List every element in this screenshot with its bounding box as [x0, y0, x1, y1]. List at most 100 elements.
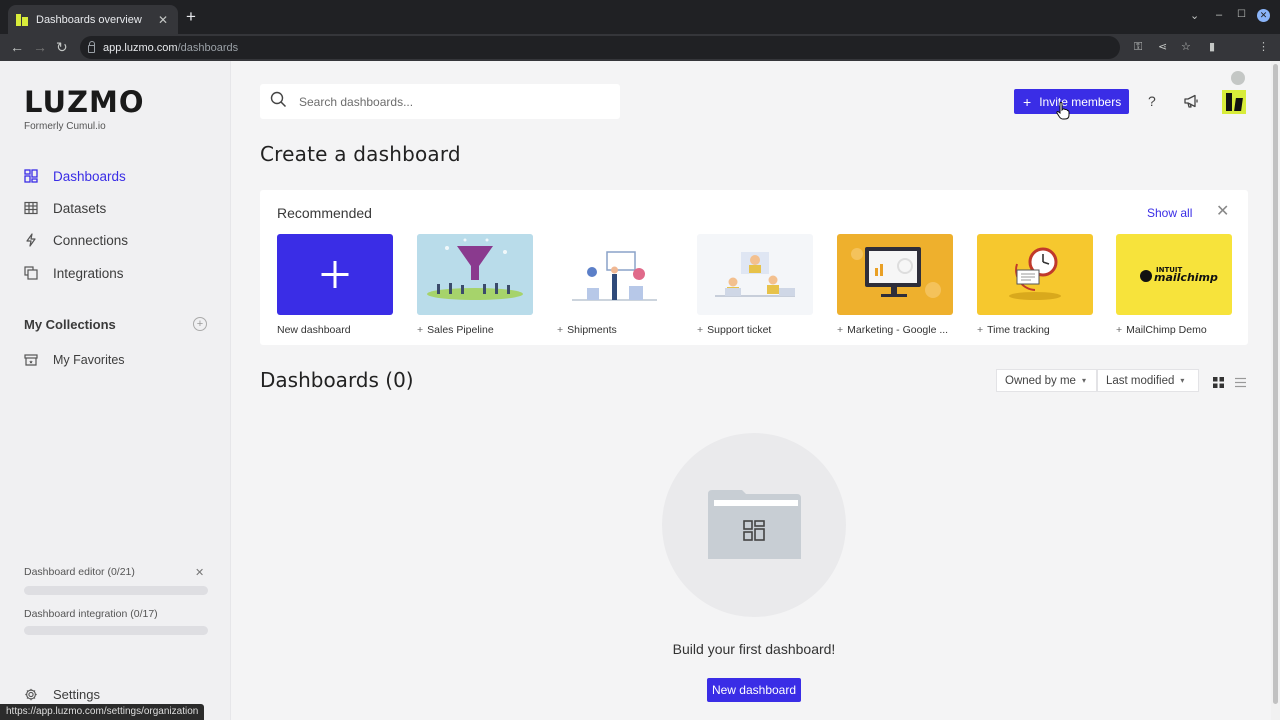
template-label: + Sales Pipeline — [417, 324, 494, 336]
invite-members-label: Invite members — [1039, 94, 1122, 109]
scrollbar-thumb[interactable] — [1273, 64, 1278, 704]
sidebar-item-favorites[interactable]: My Favorites — [24, 350, 125, 370]
template-support-ticket[interactable]: + Support ticket — [697, 234, 813, 336]
sidebar-item-label: Settings — [53, 686, 100, 702]
template-label: + Time tracking — [977, 324, 1050, 336]
tab-close-icon[interactable]: ✕ — [156, 13, 170, 27]
favorites-box-icon — [24, 353, 38, 367]
sidebar-item-label: Datasets — [53, 200, 107, 216]
owner-filter-value: Owned by me — [1005, 374, 1076, 387]
dashboards-title: Dashboards (0) — [260, 368, 414, 392]
sort-dropdown[interactable]: Last modified ▾ — [1097, 369, 1199, 392]
browser-tab[interactable]: Dashboards overview ✕ — [8, 5, 178, 34]
dashboards-icon — [24, 169, 38, 183]
grid-view-icon[interactable] — [1213, 375, 1224, 393]
template-label: + Marketing - Google ... — [837, 324, 949, 336]
list-view-icon[interactable] — [1235, 375, 1246, 393]
show-all-link[interactable]: Show all — [1147, 206, 1192, 220]
hand-cursor-icon — [1056, 102, 1070, 120]
template-mailchimp-demo[interactable]: INTUIT mailchimp + MailChimp Demo — [1116, 234, 1232, 336]
progress-editor-bar — [24, 586, 208, 595]
lightning-icon — [24, 233, 38, 247]
gear-icon — [24, 687, 38, 701]
progress-editor-label: Dashboard editor (0/21) — [24, 566, 135, 578]
recommended-title: Recommended — [277, 205, 372, 221]
template-marketing-google[interactable]: + Marketing - Google ... — [837, 234, 953, 336]
profile-icon[interactable] — [1231, 71, 1245, 85]
template-label: + Shipments — [557, 324, 617, 336]
svg-text:mailchimp: mailchimp — [1154, 271, 1218, 284]
sort-value: Last modified — [1106, 374, 1175, 387]
template-label: + MailChimp Demo — [1116, 324, 1207, 336]
tab-title: Dashboards overview — [36, 13, 142, 26]
sidebar-item-label: My Favorites — [53, 353, 125, 367]
template-thumbnail — [837, 234, 953, 315]
url-host: app.luzmo.com — [103, 41, 178, 54]
template-label: + Support ticket — [697, 324, 772, 336]
template-time-tracking[interactable]: + Time tracking — [977, 234, 1093, 336]
bookmark-star-icon[interactable]: ☆ — [1181, 40, 1191, 54]
search-icon — [270, 91, 287, 113]
browser-tab-bar: Dashboards overview ✕ + ⌄ – ☐ ✕ — [0, 0, 1280, 34]
template-thumbnail — [557, 234, 673, 315]
template-sales-pipeline[interactable]: + Sales Pipeline — [417, 234, 533, 336]
share-icon[interactable]: ⋖ — [1158, 40, 1167, 54]
owner-filter-dropdown[interactable]: Owned by me ▾ — [996, 369, 1097, 392]
integrations-icon — [24, 266, 38, 280]
progress-close-icon[interactable]: ✕ — [195, 566, 204, 579]
sidebar-item-datasets[interactable]: Datasets — [24, 198, 106, 218]
search-bar[interactable] — [260, 84, 620, 119]
template-thumbnail — [977, 234, 1093, 315]
progress-integration-bar — [24, 626, 208, 635]
sidebar-item-integrations[interactable]: Integrations — [24, 263, 124, 283]
tab-search-chevron-icon[interactable]: ⌄ — [1190, 9, 1199, 22]
sidebar-item-connections[interactable]: Connections — [24, 230, 128, 250]
browser-menu-icon[interactable]: ⋮ — [1258, 40, 1269, 54]
maximize-icon[interactable]: ☐ — [1237, 9, 1246, 20]
address-bar: ← → ↻ app.luzmo.com/dashboards ⚿ ⋖ ☆ ▮ ⋮ — [0, 34, 1280, 85]
lock-icon — [88, 40, 95, 53]
sidebar-item-label: Dashboards — [53, 168, 126, 184]
template-thumbnail — [697, 234, 813, 315]
help-icon[interactable]: ? — [1148, 93, 1156, 109]
sidebar-item-label: Connections — [53, 232, 129, 248]
luzmo-logo[interactable]: LUZMO — [24, 87, 145, 117]
key-icon[interactable]: ⚿ — [1134, 40, 1142, 54]
window-close-icon[interactable]: ✕ — [1257, 9, 1270, 22]
new-dashboard-button[interactable]: New dashboard — [707, 678, 801, 702]
empty-state-text: Build your first dashboard! — [672, 641, 836, 657]
sidebar-item-settings[interactable]: Settings — [24, 684, 100, 704]
side-panel-icon[interactable]: ▮ — [1209, 40, 1215, 54]
forward-icon[interactable]: → — [33, 38, 47, 56]
folder-icon — [708, 490, 801, 559]
sidebar-item-label: Integrations — [53, 265, 124, 281]
chevron-down-icon: ▾ — [1081, 376, 1086, 385]
back-icon[interactable]: ← — [10, 38, 24, 56]
progress-integration-label: Dashboard integration (0/17) — [24, 608, 158, 620]
new-tab-icon[interactable]: + — [186, 8, 196, 26]
organization-avatar[interactable] — [1222, 90, 1246, 114]
url-field[interactable]: app.luzmo.com/dashboards — [80, 36, 1120, 59]
recommended-panel: Recommended Show all ✕ New dashboard + Sa… — [260, 190, 1248, 345]
template-thumbnail — [417, 234, 533, 315]
template-thumbnail — [277, 234, 393, 315]
template-thumbnail: INTUIT mailchimp — [1116, 234, 1232, 315]
sidebar-item-dashboards[interactable]: Dashboards — [24, 166, 126, 186]
my-collections-title: My Collections — [24, 317, 116, 332]
add-collection-icon[interactable]: + — [193, 317, 207, 331]
invite-members-button[interactable]: + Invite members — [1014, 89, 1129, 114]
close-icon[interactable]: ✕ — [1216, 204, 1229, 220]
reload-icon[interactable]: ↻ — [56, 38, 68, 56]
table-icon — [24, 201, 38, 215]
url-path: /dashboards — [177, 41, 239, 54]
search-input[interactable] — [299, 94, 599, 109]
luzmo-favicon-icon — [16, 13, 28, 26]
megaphone-icon[interactable] — [1183, 93, 1199, 114]
logo-subtitle: Formerly Cumul.io — [24, 121, 106, 132]
template-new-dashboard[interactable]: New dashboard — [277, 234, 393, 336]
status-bar-url: https://app.luzmo.com/settings/organizat… — [0, 704, 205, 720]
template-shipments[interactable]: + Shipments — [557, 234, 673, 336]
mailchimp-logo: INTUIT mailchimp — [1140, 266, 1218, 284]
create-dashboard-title: Create a dashboard — [260, 142, 461, 166]
minimize-icon[interactable]: – — [1216, 9, 1222, 21]
